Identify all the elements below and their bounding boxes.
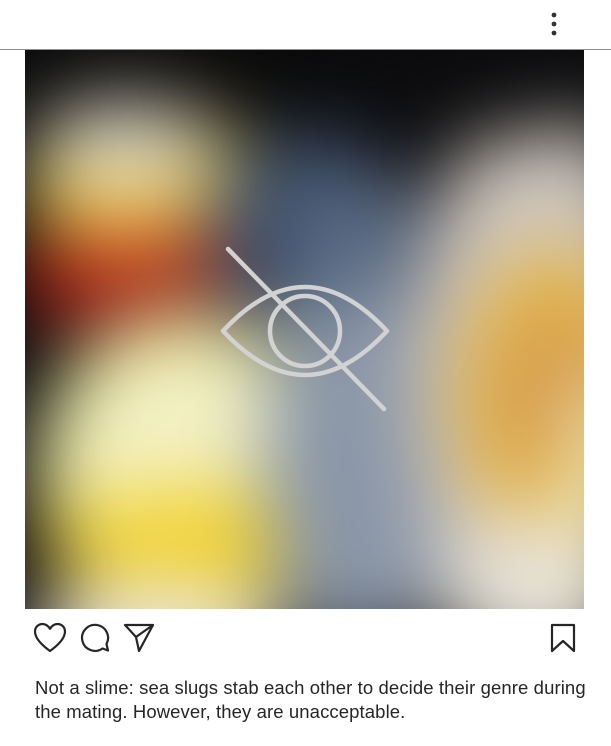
save-button[interactable] <box>544 619 582 657</box>
heart-icon <box>33 622 67 653</box>
post-caption: Not a slime: sea slugs stab each other t… <box>35 677 586 722</box>
post-actions-bar <box>0 610 611 666</box>
eye-off-icon <box>220 246 390 412</box>
comment-icon <box>80 623 110 652</box>
send-icon <box>123 623 155 653</box>
top-bar <box>0 0 611 50</box>
more-options-button[interactable] <box>538 8 570 40</box>
post-image[interactable] <box>25 50 584 609</box>
more-vertical-icon <box>551 12 557 36</box>
bookmark-icon <box>550 623 576 653</box>
share-button[interactable] <box>120 619 158 657</box>
comment-button[interactable] <box>76 619 114 657</box>
like-button[interactable] <box>31 619 69 657</box>
